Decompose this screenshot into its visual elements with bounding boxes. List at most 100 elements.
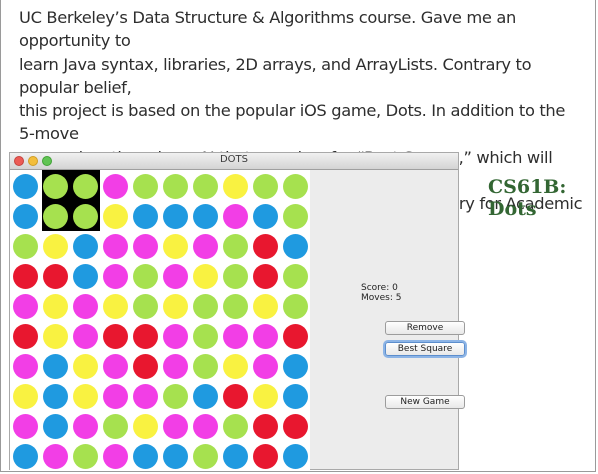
- dot[interactable]: [282, 173, 308, 199]
- dot[interactable]: [252, 443, 278, 469]
- dot[interactable]: [162, 383, 188, 409]
- dot[interactable]: [252, 383, 278, 409]
- dot[interactable]: [132, 293, 158, 319]
- dot[interactable]: [192, 263, 218, 289]
- dot[interactable]: [162, 173, 188, 199]
- dot[interactable]: [132, 353, 158, 379]
- dot[interactable]: [192, 203, 218, 229]
- remove-button[interactable]: Remove: [385, 321, 465, 335]
- dot[interactable]: [132, 173, 158, 199]
- dot[interactable]: [162, 263, 188, 289]
- dot[interactable]: [162, 293, 188, 319]
- dot[interactable]: [252, 233, 278, 259]
- dot[interactable]: [162, 353, 188, 379]
- dot[interactable]: [222, 203, 248, 229]
- dot[interactable]: [282, 293, 308, 319]
- dot[interactable]: [102, 413, 128, 439]
- dot[interactable]: [192, 443, 218, 469]
- dot[interactable]: [282, 203, 308, 229]
- dot[interactable]: [102, 173, 128, 199]
- dot[interactable]: [102, 383, 128, 409]
- dot[interactable]: [42, 293, 68, 319]
- dot[interactable]: [132, 443, 158, 469]
- dot[interactable]: [282, 443, 308, 469]
- dot[interactable]: [132, 323, 158, 349]
- dot[interactable]: [12, 233, 38, 259]
- window-titlebar[interactable]: DOTS: [10, 153, 458, 170]
- dot[interactable]: [72, 173, 98, 199]
- dot[interactable]: [72, 233, 98, 259]
- dot[interactable]: [222, 293, 248, 319]
- dot[interactable]: [162, 443, 188, 469]
- dot[interactable]: [282, 413, 308, 439]
- dot[interactable]: [282, 353, 308, 379]
- dot[interactable]: [282, 323, 308, 349]
- dot[interactable]: [42, 443, 68, 469]
- dot[interactable]: [252, 173, 278, 199]
- dot[interactable]: [222, 233, 248, 259]
- dot[interactable]: [252, 413, 278, 439]
- dot[interactable]: [132, 233, 158, 259]
- dot[interactable]: [102, 353, 128, 379]
- dot[interactable]: [102, 203, 128, 229]
- dot[interactable]: [192, 233, 218, 259]
- dot[interactable]: [222, 173, 248, 199]
- dot[interactable]: [162, 323, 188, 349]
- dot[interactable]: [192, 293, 218, 319]
- dot[interactable]: [72, 353, 98, 379]
- dot[interactable]: [42, 353, 68, 379]
- dot[interactable]: [192, 323, 218, 349]
- dot[interactable]: [12, 263, 38, 289]
- dot[interactable]: [12, 293, 38, 319]
- dot[interactable]: [42, 263, 68, 289]
- dot[interactable]: [252, 203, 278, 229]
- dot[interactable]: [282, 233, 308, 259]
- dot[interactable]: [12, 173, 38, 199]
- dot[interactable]: [72, 293, 98, 319]
- dot[interactable]: [102, 293, 128, 319]
- dot[interactable]: [282, 263, 308, 289]
- dot[interactable]: [12, 383, 38, 409]
- dot[interactable]: [162, 413, 188, 439]
- dot[interactable]: [222, 413, 248, 439]
- dot[interactable]: [282, 383, 308, 409]
- dot[interactable]: [72, 323, 98, 349]
- dot[interactable]: [162, 203, 188, 229]
- dot[interactable]: [12, 413, 38, 439]
- dot[interactable]: [42, 233, 68, 259]
- best-square-button[interactable]: Best Square: [385, 342, 465, 356]
- dot[interactable]: [222, 263, 248, 289]
- dot[interactable]: [42, 203, 68, 229]
- dot[interactable]: [222, 443, 248, 469]
- dot[interactable]: [162, 233, 188, 259]
- dot[interactable]: [252, 263, 278, 289]
- dot[interactable]: [12, 323, 38, 349]
- dot[interactable]: [132, 413, 158, 439]
- dot[interactable]: [252, 353, 278, 379]
- dot[interactable]: [192, 173, 218, 199]
- dot[interactable]: [12, 353, 38, 379]
- dot[interactable]: [222, 383, 248, 409]
- dot[interactable]: [12, 443, 38, 469]
- dot[interactable]: [102, 323, 128, 349]
- dot[interactable]: [12, 203, 38, 229]
- dot[interactable]: [252, 323, 278, 349]
- dot[interactable]: [102, 233, 128, 259]
- dot[interactable]: [102, 443, 128, 469]
- dot[interactable]: [72, 263, 98, 289]
- dot[interactable]: [192, 353, 218, 379]
- dot[interactable]: [102, 263, 128, 289]
- dot[interactable]: [132, 383, 158, 409]
- dot[interactable]: [132, 203, 158, 229]
- dot[interactable]: [42, 173, 68, 199]
- dot[interactable]: [222, 323, 248, 349]
- new-game-button[interactable]: New Game: [385, 395, 465, 409]
- dot[interactable]: [72, 413, 98, 439]
- dot[interactable]: [42, 413, 68, 439]
- dot[interactable]: [132, 263, 158, 289]
- dot[interactable]: [252, 293, 278, 319]
- dot[interactable]: [42, 383, 68, 409]
- dot[interactable]: [72, 203, 98, 229]
- dot[interactable]: [72, 443, 98, 469]
- dot[interactable]: [72, 383, 98, 409]
